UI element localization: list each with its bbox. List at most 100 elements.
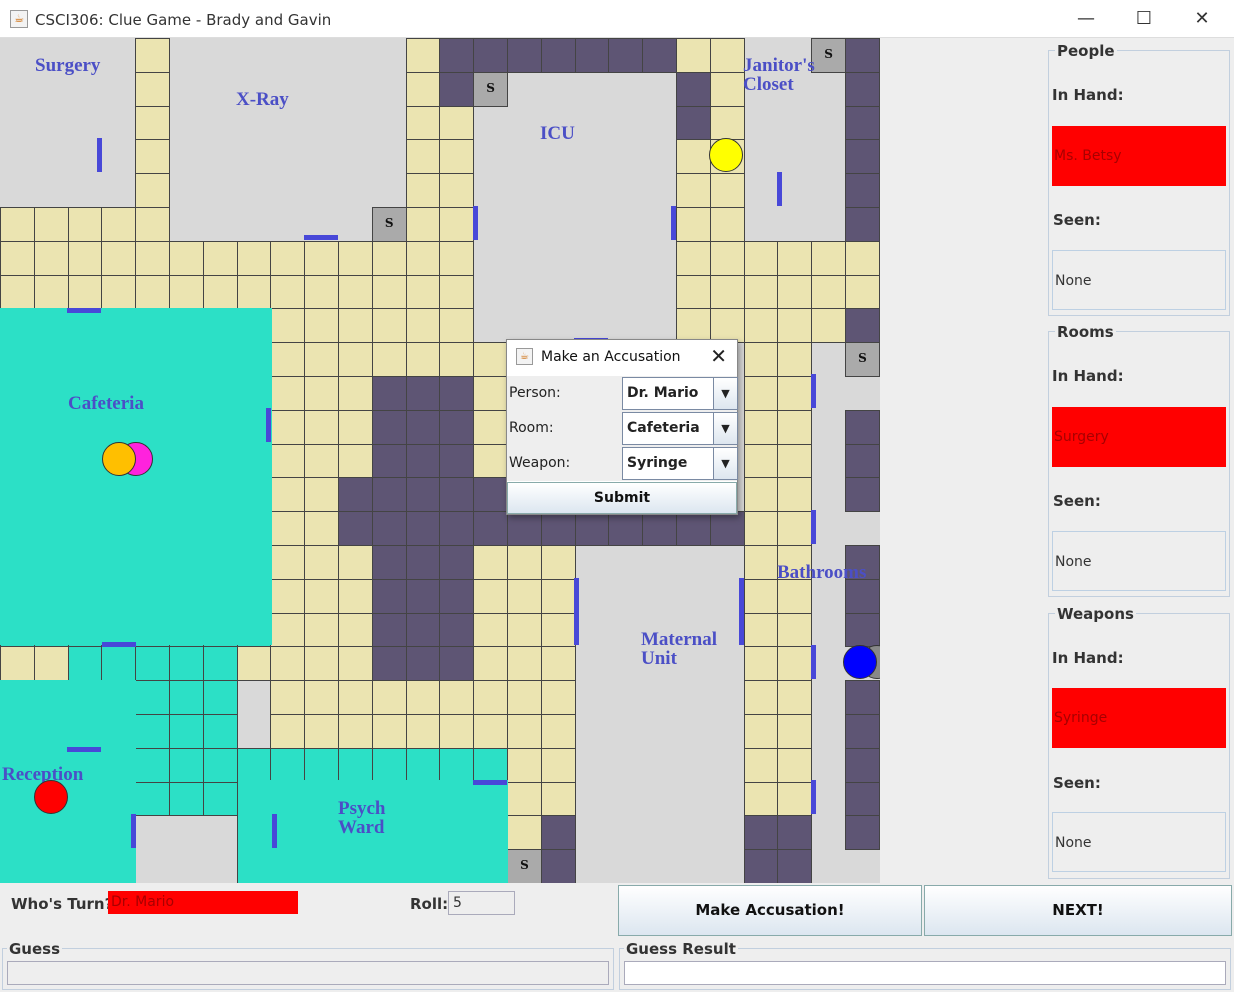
walkway-cell[interactable] bbox=[236, 274, 272, 310]
submit-button[interactable]: Submit bbox=[507, 482, 737, 514]
walkway-cell[interactable] bbox=[439, 105, 475, 141]
walkway-cell[interactable] bbox=[304, 443, 339, 479]
walkway-cell[interactable] bbox=[270, 376, 306, 411]
walkway-cell[interactable] bbox=[405, 240, 441, 276]
walkway-cell[interactable] bbox=[371, 680, 407, 715]
walkway-cell[interactable] bbox=[169, 240, 204, 276]
walkway-cell[interactable] bbox=[371, 240, 407, 276]
walkway-cell[interactable] bbox=[304, 477, 339, 513]
walkway-cell[interactable] bbox=[202, 274, 238, 310]
walkway-cell[interactable] bbox=[709, 173, 745, 208]
walkway-cell[interactable] bbox=[540, 646, 576, 682]
walkway-cell[interactable] bbox=[473, 714, 508, 749]
walkway-cell[interactable] bbox=[507, 815, 542, 851]
walkway-cell[interactable] bbox=[811, 240, 846, 276]
walkway-cell[interactable] bbox=[304, 376, 339, 411]
walkway-cell[interactable] bbox=[304, 545, 339, 580]
walkway-cell[interactable] bbox=[540, 680, 576, 715]
walkway-cell[interactable] bbox=[811, 274, 846, 310]
close-button[interactable]: ✕ bbox=[1173, 0, 1231, 38]
walkway-cell[interactable] bbox=[743, 714, 779, 749]
walkway-cell[interactable] bbox=[135, 240, 170, 276]
walkway-cell[interactable] bbox=[777, 477, 813, 513]
walkway-cell[interactable] bbox=[811, 308, 846, 344]
walkway-cell[interactable] bbox=[439, 680, 475, 715]
walkway-cell[interactable] bbox=[270, 308, 306, 344]
walkway-cell[interactable] bbox=[135, 38, 170, 73]
walkway-cell[interactable] bbox=[33, 207, 69, 242]
walkway-cell[interactable] bbox=[473, 376, 508, 411]
walkway-cell[interactable] bbox=[270, 477, 306, 513]
walkway-cell[interactable] bbox=[540, 714, 576, 749]
walkway-cell[interactable] bbox=[507, 781, 542, 817]
walkway-cell[interactable] bbox=[743, 680, 779, 715]
walkway-cell[interactable] bbox=[0, 207, 35, 242]
walkway-cell[interactable] bbox=[743, 781, 779, 817]
walkway-cell[interactable] bbox=[777, 612, 813, 648]
walkway-cell[interactable] bbox=[743, 342, 779, 377]
walkway-cell[interactable] bbox=[439, 240, 475, 276]
walkway-cell[interactable] bbox=[439, 342, 475, 377]
walkway-cell[interactable] bbox=[439, 714, 475, 749]
walkway-cell[interactable] bbox=[777, 680, 813, 715]
game-board[interactable]: SSSSSSSurgeryX-RayICUJanitor's ClosetCaf… bbox=[0, 38, 880, 883]
walkway-cell[interactable] bbox=[405, 274, 441, 310]
walkway-cell[interactable] bbox=[270, 545, 306, 580]
walkway-cell[interactable] bbox=[338, 376, 373, 411]
walkway-cell[interactable] bbox=[67, 207, 103, 242]
walkway-cell[interactable] bbox=[507, 646, 542, 682]
walkway-cell[interactable] bbox=[101, 240, 137, 276]
walkway-cell[interactable] bbox=[777, 308, 813, 344]
walkway-cell[interactable] bbox=[0, 646, 35, 682]
walkway-cell[interactable] bbox=[338, 274, 373, 310]
walkway-cell[interactable] bbox=[473, 545, 508, 580]
walkway-cell[interactable] bbox=[676, 240, 711, 276]
walkway-cell[interactable] bbox=[777, 714, 813, 749]
walkway-cell[interactable] bbox=[67, 274, 103, 310]
walkway-cell[interactable] bbox=[473, 680, 508, 715]
walkway-cell[interactable] bbox=[676, 207, 711, 242]
walkway-cell[interactable] bbox=[439, 139, 475, 175]
walkway-cell[interactable] bbox=[304, 612, 339, 648]
walkway-cell[interactable] bbox=[270, 409, 306, 445]
walkway-cell[interactable] bbox=[439, 173, 475, 208]
walkway-cell[interactable] bbox=[507, 680, 542, 715]
walkway-cell[interactable] bbox=[169, 274, 204, 310]
walkway-cell[interactable] bbox=[439, 207, 475, 242]
minimize-button[interactable]: — bbox=[1057, 0, 1115, 38]
walkway-cell[interactable] bbox=[709, 105, 745, 141]
walkway-cell[interactable] bbox=[270, 240, 306, 276]
walkway-cell[interactable] bbox=[270, 714, 306, 749]
walkway-cell[interactable] bbox=[371, 274, 407, 310]
walkway-cell[interactable] bbox=[709, 207, 745, 242]
walkway-cell[interactable] bbox=[236, 240, 272, 276]
walkway-cell[interactable] bbox=[777, 240, 813, 276]
walkway-cell[interactable] bbox=[304, 274, 339, 310]
walkway-cell[interactable] bbox=[507, 747, 542, 783]
walkway-cell[interactable] bbox=[709, 38, 745, 73]
walkway-cell[interactable] bbox=[743, 646, 779, 682]
walkway-cell[interactable] bbox=[270, 274, 306, 310]
walkway-cell[interactable] bbox=[743, 443, 779, 479]
walkway-cell[interactable] bbox=[338, 680, 373, 715]
walkway-cell[interactable] bbox=[709, 308, 745, 344]
walkway-cell[interactable] bbox=[709, 274, 745, 310]
walkway-cell[interactable] bbox=[743, 240, 779, 276]
walkway-cell[interactable] bbox=[236, 646, 272, 682]
walkway-cell[interactable] bbox=[338, 578, 373, 614]
walkway-cell[interactable] bbox=[540, 781, 576, 817]
walkway-cell[interactable] bbox=[473, 578, 508, 614]
walkway-cell[interactable] bbox=[743, 747, 779, 783]
walkway-cell[interactable] bbox=[540, 612, 576, 648]
walkway-cell[interactable] bbox=[405, 139, 441, 175]
walkway-cell[interactable] bbox=[743, 545, 779, 580]
walkway-cell[interactable] bbox=[405, 105, 441, 141]
walkway-cell[interactable] bbox=[270, 680, 306, 715]
walkway-cell[interactable] bbox=[371, 308, 407, 344]
walkway-cell[interactable] bbox=[777, 274, 813, 310]
walkway-cell[interactable] bbox=[743, 376, 779, 411]
walkway-cell[interactable] bbox=[101, 207, 137, 242]
walkway-cell[interactable] bbox=[101, 274, 137, 310]
walkway-cell[interactable] bbox=[473, 612, 508, 648]
walkway-cell[interactable] bbox=[371, 714, 407, 749]
